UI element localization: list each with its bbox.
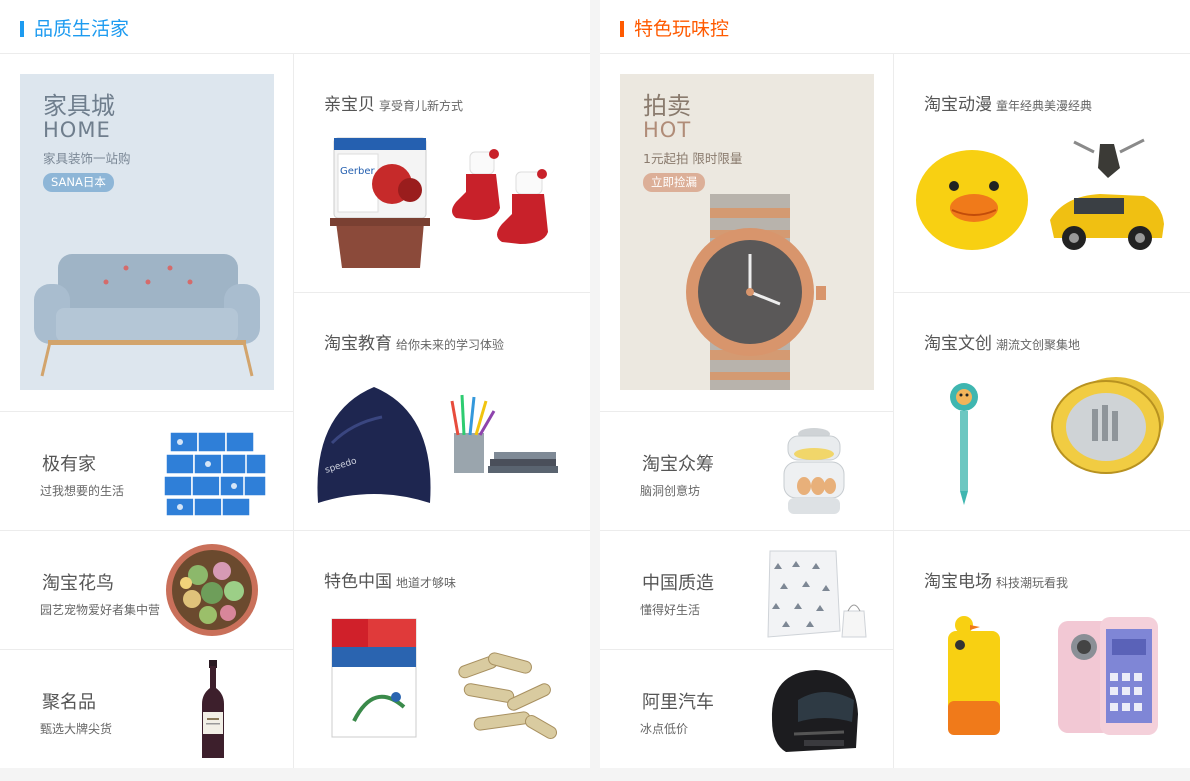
feature-title: 淘宝文创 bbox=[924, 334, 992, 354]
wine-bottle-image bbox=[160, 660, 270, 758]
motorcycle-helmet-image bbox=[764, 660, 874, 758]
section-header: 品质生活家 bbox=[0, 0, 590, 54]
channel-title: 淘宝众筹 bbox=[642, 454, 714, 475]
channel-luxury[interactable]: 聚名品 甄选大牌尖货 bbox=[0, 650, 293, 768]
promo-badge[interactable]: SANA日本 bbox=[43, 173, 114, 192]
feature-header: 淘宝教育 给你未来的学习体验 bbox=[324, 329, 504, 354]
swim-cap-image: speedo bbox=[312, 373, 437, 523]
section-title: 特色玩味控 bbox=[634, 18, 730, 40]
succulent-planter-image bbox=[160, 541, 270, 639]
promo-eng-title: HOT bbox=[643, 118, 692, 142]
feature-header: 特色中国 地道才够味 bbox=[324, 567, 456, 592]
feature-header: 亲宝贝 享受育儿新方式 bbox=[324, 90, 463, 115]
channel-jiyoujia[interactable]: 极有家 过我想要的生活 bbox=[0, 412, 293, 530]
section-title: 品质生活家 bbox=[34, 18, 130, 40]
section-accent-bar bbox=[20, 21, 24, 37]
tissue-packs-image bbox=[160, 422, 270, 520]
feature-creative[interactable]: 淘宝文创 潮流文创聚集地 bbox=[894, 293, 1190, 531]
channel-subtitle: 懂得好生活 bbox=[640, 603, 701, 617]
channel-title: 阿里汽车 bbox=[642, 692, 714, 713]
toy-car-robot-image bbox=[1044, 138, 1169, 288]
feature-china-special[interactable]: 特色中国 地道才够味 bbox=[294, 531, 590, 769]
feature-digital[interactable]: 淘宝电场 科技潮玩看我 bbox=[894, 531, 1190, 769]
section-fun-special: 特色玩味控 拍卖 HOT 1元起拍 限时限量 立即捡漏 淘宝众筹 脑洞创意坊 中… bbox=[600, 0, 1190, 768]
promo-subtitle: 家具装饰一站购 bbox=[43, 151, 131, 166]
pink-smartphone-image bbox=[1054, 613, 1164, 743]
promo-subtitle: 1元起拍 限时限量 bbox=[643, 151, 743, 166]
feature-title: 淘宝教育 bbox=[324, 334, 392, 354]
promo-badge[interactable]: 立即捡漏 bbox=[643, 173, 705, 192]
feature-header: 淘宝文创 潮流文创聚集地 bbox=[924, 329, 1080, 354]
baby-shoes-image bbox=[444, 128, 569, 278]
sofa-image bbox=[28, 234, 266, 384]
feature-anime[interactable]: 淘宝动漫 童年经典美漫经典 bbox=[894, 54, 1190, 292]
promo-furniture-banner[interactable]: 家具城 HOME 家具装饰一站购 SANA日本 bbox=[20, 74, 274, 390]
wristwatch-image bbox=[670, 194, 830, 390]
feature-header: 淘宝动漫 童年经典美漫经典 bbox=[924, 90, 1092, 115]
channel-subtitle: 过我想要的生活 bbox=[40, 484, 125, 498]
channel-title: 淘宝花鸟 bbox=[42, 573, 114, 594]
commemorative-coins-image bbox=[1044, 377, 1169, 527]
dried-herbs-image bbox=[444, 631, 569, 781]
promo-title: 拍卖 bbox=[643, 92, 691, 120]
promo-title: 家具城 bbox=[43, 92, 115, 120]
feature-title: 亲宝贝 bbox=[324, 95, 375, 115]
section-header: 特色玩味控 bbox=[600, 0, 1190, 54]
feature-subtitle: 童年经典美漫经典 bbox=[996, 99, 1093, 113]
feature-subtitle: 给你未来的学习体验 bbox=[396, 338, 505, 352]
feature-baby[interactable]: 亲宝贝 享受育儿新方式 Gerber bbox=[294, 54, 590, 292]
feature-subtitle: 地道才够味 bbox=[396, 576, 457, 590]
duck-coin-purse-image bbox=[912, 144, 1037, 294]
channel-subtitle: 冰点低价 bbox=[640, 722, 689, 736]
feature-subtitle: 潮流文创聚集地 bbox=[996, 338, 1081, 352]
feature-title: 淘宝动漫 bbox=[924, 95, 992, 115]
channel-title: 中国质造 bbox=[642, 573, 714, 594]
section-accent-bar bbox=[620, 21, 624, 37]
channel-title: 聚名品 bbox=[42, 692, 96, 713]
feature-title: 淘宝电场 bbox=[924, 572, 992, 592]
channel-crowdfunding[interactable]: 淘宝众筹 脑洞创意坊 bbox=[600, 412, 893, 530]
duck-phone-case-image bbox=[940, 615, 1004, 737]
channel-subtitle: 脑洞创意坊 bbox=[640, 484, 701, 498]
lion-pen-image bbox=[934, 377, 994, 527]
pencil-cup-books-image bbox=[444, 373, 569, 523]
section-quality-life: 品质生活家 家具城 HOME 家具装饰一站购 SANA日本 极有家 过我想要的生… bbox=[0, 0, 590, 768]
svg-text:Gerber: Gerber bbox=[340, 166, 376, 177]
feature-education[interactable]: 淘宝教育 给你未来的学习体验 speedo bbox=[294, 293, 590, 531]
channel-subtitle: 园艺宠物爱好者集中营 bbox=[40, 603, 161, 617]
channel-subtitle: 甄选大牌尖货 bbox=[40, 722, 113, 736]
feature-header: 淘宝电场 科技潮玩看我 bbox=[924, 567, 1068, 592]
promo-eng-title: HOME bbox=[43, 118, 111, 142]
channel-china-quality[interactable]: 中国质造 懂得好生活 bbox=[600, 531, 893, 649]
channel-ali-auto[interactable]: 阿里汽车 冰点低价 bbox=[600, 650, 893, 768]
channel-flower-bird[interactable]: 淘宝花鸟 园艺宠物爱好者集中营 bbox=[0, 531, 293, 649]
feature-title: 特色中国 bbox=[324, 572, 392, 592]
egg-steamer-image bbox=[768, 422, 878, 520]
promo-auction-banner[interactable]: 拍卖 HOT 1元起拍 限时限量 立即捡漏 bbox=[620, 74, 874, 390]
supplement-box-image bbox=[324, 611, 424, 741]
feature-subtitle: 享受育儿新方式 bbox=[379, 99, 464, 113]
channel-title: 极有家 bbox=[42, 454, 96, 475]
bedding-set-image bbox=[760, 541, 870, 639]
feature-subtitle: 科技潮玩看我 bbox=[996, 576, 1069, 590]
baby-food-jars-image: Gerber bbox=[312, 128, 437, 278]
